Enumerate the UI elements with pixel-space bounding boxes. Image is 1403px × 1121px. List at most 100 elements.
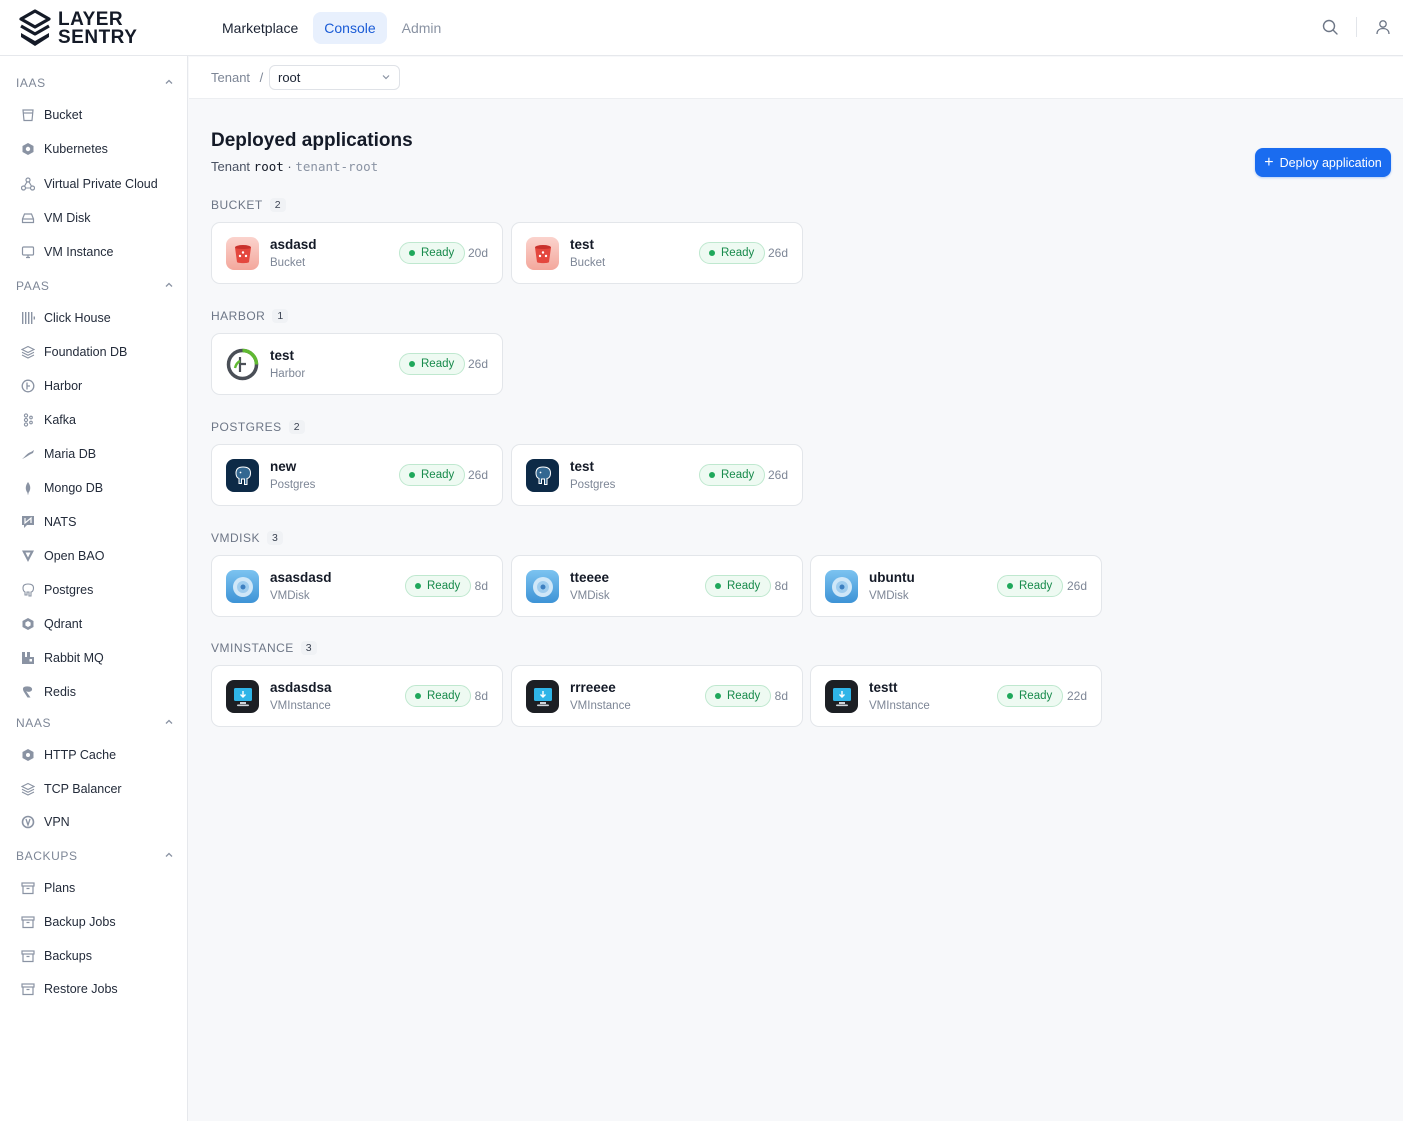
vm-instance-icon [825, 680, 858, 713]
top-bar: LAYER SENTRY Marketplace Console Admin [0, 0, 1403, 56]
postgres-icon [526, 459, 559, 492]
sidebar-item-label: Qdrant [44, 617, 83, 631]
sidebar-item-foundation-db[interactable]: Foundation DB [12, 338, 178, 366]
sidebar-section-naas[interactable]: NAAS [16, 714, 174, 732]
harbor-icon [226, 348, 259, 381]
app-name: rrreeee [570, 680, 616, 695]
app-kind: VMDisk [270, 590, 310, 602]
group-count: 3 [300, 641, 317, 655]
breadcrumb-separator: / [259, 70, 264, 85]
tenant-namespace: tenant-root [295, 159, 379, 174]
sidebar-section-iaas[interactable]: IAAS [16, 74, 174, 92]
sidebar-item-harbor[interactable]: Harbor [12, 372, 178, 400]
app-card[interactable]: test Harbor Ready 26d [211, 333, 503, 395]
sidebar-item-label: Bucket [44, 108, 83, 122]
sidebar-item-plans[interactable]: Plans [12, 874, 178, 902]
app-card[interactable]: asdasdsa VMInstance Ready 8d [211, 665, 503, 727]
breadcrumb-root[interactable]: Tenant / [211, 70, 263, 85]
sidebar-item-rabbit-mq[interactable]: Rabbit MQ [12, 644, 178, 672]
app-card[interactable]: asdasd Bucket Ready 20d [211, 222, 503, 284]
sidebar-item-label: Mongo DB [44, 481, 104, 495]
sidebar-item-backup-jobs[interactable]: Backup Jobs [12, 908, 178, 936]
deploy-application-button[interactable]: + Deploy application [1255, 148, 1391, 177]
nats-icon [20, 514, 36, 530]
archive-icon [20, 880, 36, 896]
subtitle-separator: · [287, 159, 292, 174]
sidebar-item-mongo-db[interactable]: Mongo DB [12, 474, 178, 502]
bucket-icon [20, 107, 36, 123]
nav-marketplace[interactable]: Marketplace [211, 12, 309, 44]
sidebar-item-backups[interactable]: Backups [12, 942, 178, 970]
nav-admin[interactable]: Admin [391, 12, 453, 44]
bucket-icon [526, 237, 559, 270]
sidebar-item-qdrant[interactable]: Qdrant [12, 610, 178, 638]
group-header-postgres: POSTGRES 2 [211, 420, 305, 434]
status-badge: Ready [405, 685, 472, 707]
sidebar-item-postgres[interactable]: Postgres [12, 576, 178, 604]
group-title: POSTGRES [211, 420, 282, 434]
group-title: VMINSTANCE [211, 641, 294, 655]
status-badge: Ready [699, 242, 766, 264]
tenant-select[interactable]: root [269, 65, 400, 90]
sidebar-item-bucket[interactable]: Bucket [12, 101, 178, 129]
app-card[interactable]: testt VMInstance Ready 22d [810, 665, 1102, 727]
status-badge: Ready [997, 575, 1064, 597]
app-card[interactable]: ubuntu VMDisk Ready 26d [810, 555, 1102, 617]
app-age: 20d [467, 246, 488, 260]
sidebar-item-http-cache[interactable]: HTTP Cache [12, 741, 178, 769]
monitor-icon [20, 244, 36, 260]
app-card[interactable]: test Bucket Ready 26d [511, 222, 803, 284]
sidebar-item-label: Backups [44, 949, 92, 963]
status-text: Ready [727, 690, 761, 702]
status-dot [709, 250, 715, 256]
sidebar-item-label: Kafka [44, 413, 76, 427]
sidebar-item-vm-disk[interactable]: VM Disk [12, 204, 178, 232]
nav-console[interactable]: Console [313, 12, 387, 44]
sidebar-item-vpn[interactable]: VPN [12, 808, 178, 836]
group-count: 2 [288, 420, 305, 434]
app-card[interactable]: rrreeee VMInstance Ready 8d [511, 665, 803, 727]
sidebar-item-maria-db[interactable]: Maria DB [12, 440, 178, 468]
sidebar-item-click-house[interactable]: Click House [12, 304, 178, 332]
sidebar-item-open-bao[interactable]: Open BAO [12, 542, 178, 570]
status-badge: Ready [399, 242, 466, 264]
app-card[interactable]: asasdasd VMDisk Ready 8d [211, 555, 503, 617]
sidebar-item-virtual-private-cloud[interactable]: Virtual Private Cloud [12, 170, 178, 198]
sidebar-item-kafka[interactable]: Kafka [12, 406, 178, 434]
sidebar-item-label: Redis [44, 685, 76, 699]
chevron-down-icon [381, 70, 391, 85]
http-cache-icon [20, 747, 36, 763]
app-name: asdasd [270, 237, 317, 252]
deploy-button-label: Deploy application [1279, 155, 1382, 170]
app-kind: Postgres [570, 479, 616, 491]
sidebar-item-label: Plans [44, 881, 76, 895]
app-kind: VMInstance [570, 700, 631, 712]
user-icon[interactable] [1373, 17, 1393, 37]
brand-logo[interactable]: LAYER SENTRY [18, 9, 137, 49]
status-text: Ready [427, 580, 461, 592]
app-card[interactable]: test Postgres Ready 26d [511, 444, 803, 506]
sidebar-item-vm-instance[interactable]: VM Instance [12, 238, 178, 266]
app-kind: Bucket [570, 257, 606, 269]
sidebar-item-restore-jobs[interactable]: Restore Jobs [12, 975, 178, 1003]
sidebar-item-label: Kubernetes [44, 142, 108, 156]
section-title: IAAS [16, 76, 46, 90]
tenant-name: root [253, 159, 284, 174]
hard-drive-icon [20, 210, 36, 226]
app-kind: VMInstance [270, 700, 331, 712]
sidebar-section-backups[interactable]: BACKUPS [16, 847, 174, 865]
app-card[interactable]: new Postgres Ready 26d [211, 444, 503, 506]
app-card[interactable]: tteeee VMDisk Ready 8d [511, 555, 803, 617]
sidebar-section-paas[interactable]: PAAS [16, 277, 174, 295]
sidebar-item-kubernetes[interactable]: Kubernetes [12, 135, 178, 163]
sidebar-item-label: NATS [44, 515, 77, 529]
status-dot [409, 361, 415, 367]
status-dot [409, 472, 415, 478]
search-icon[interactable] [1320, 17, 1340, 37]
sidebar-item-tcp-balancer[interactable]: TCP Balancer [12, 775, 178, 803]
sidebar-item-nats[interactable]: NATS [12, 508, 178, 536]
status-dot [709, 472, 715, 478]
sidebar-item-redis[interactable]: Redis [12, 678, 178, 706]
app-age: 26d [467, 468, 488, 482]
vpn-icon [20, 814, 36, 830]
